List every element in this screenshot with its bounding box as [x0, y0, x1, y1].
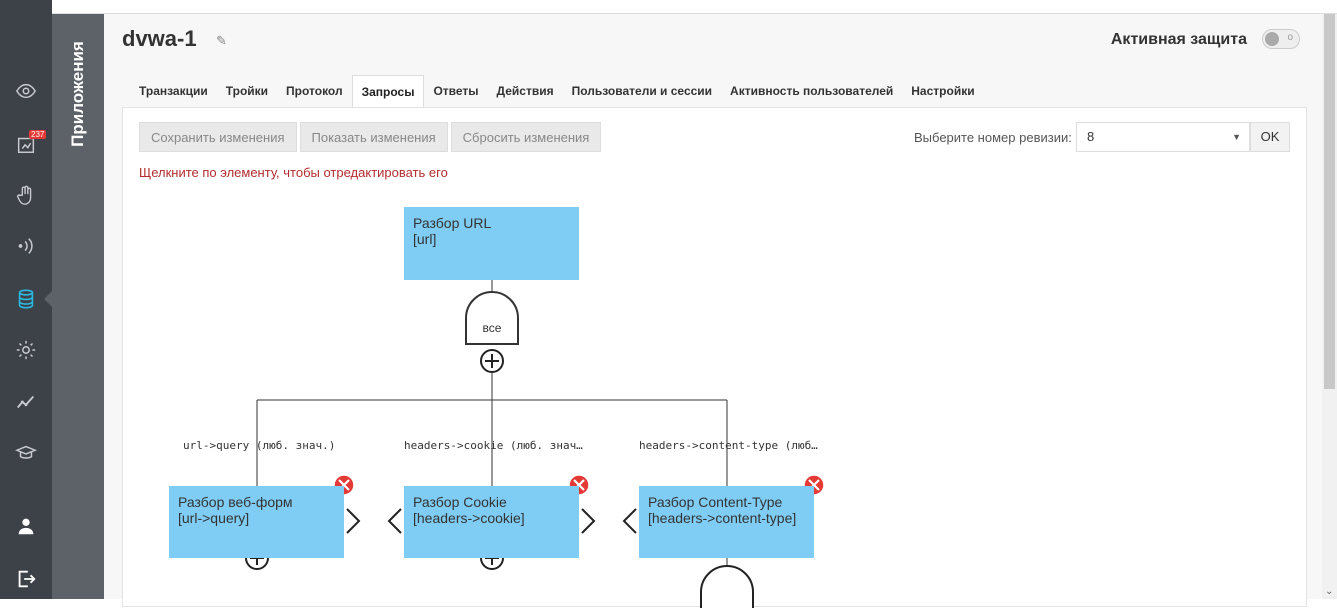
node-cookie-parse[interactable]: Разбор Cookie [headers->cookie]	[404, 486, 579, 558]
active-protection-label: Активная защита	[1110, 31, 1247, 48]
move-right-icon[interactable]	[346, 508, 361, 534]
graduation-icon[interactable]	[13, 440, 39, 466]
gear-icon[interactable]	[13, 337, 39, 363]
move-left-icon[interactable]	[387, 508, 402, 534]
user-icon[interactable]	[13, 513, 39, 539]
tab-responses[interactable]: Ответы	[424, 75, 487, 108]
page-title: dvwa-1	[122, 26, 197, 51]
tab-bar: Транзакции Тройки Протокол Запросы Ответ…	[130, 75, 984, 108]
toggle-knob	[1265, 32, 1279, 46]
scrollbar-thumb[interactable]	[1324, 14, 1335, 389]
active-protection-toggle[interactable]: o	[1262, 29, 1300, 49]
scroll-down-icon[interactable]: ⌄	[1325, 586, 1333, 597]
node-title: Разбор веб-форм	[178, 494, 293, 510]
tab-requests[interactable]: Запросы	[351, 75, 425, 108]
main-area: dvwa-1 ✎ Активная защита o Транзакции Тр…	[104, 14, 1322, 608]
tab-user-activity[interactable]: Активность пользователей	[721, 75, 902, 108]
edge-label: headers->content-type (люб…	[639, 439, 818, 452]
node-subtitle: [headers->content-type]	[648, 510, 797, 526]
tab-triples[interactable]: Тройки	[217, 75, 277, 108]
tab-actions[interactable]: Действия	[488, 75, 563, 108]
edge-label: headers->cookie (люб. знач…	[404, 439, 583, 452]
tab-users-sessions[interactable]: Пользователи и сессии	[563, 75, 721, 108]
and-gate[interactable]	[465, 291, 519, 345]
tab-settings[interactable]: Настройки	[902, 75, 983, 108]
chart-line-icon[interactable]	[13, 389, 39, 415]
top-strip	[52, 0, 1337, 14]
node-subtitle: [url->query]	[178, 510, 250, 526]
node-title: Разбор Cookie	[413, 494, 507, 510]
eye-icon[interactable]	[13, 78, 39, 104]
node-webform-parse[interactable]: Разбор веб-форм [url->query]	[169, 486, 344, 558]
tab-protocol[interactable]: Протокол	[277, 75, 352, 108]
apps-panel: Приложения	[52, 14, 104, 599]
scrollbar[interactable]: ⌄	[1322, 14, 1337, 599]
node-url-parse[interactable]: Разбор URL [url]	[404, 207, 579, 280]
notification-badge: 237	[29, 130, 47, 139]
icon-rail: 237	[0, 0, 52, 599]
move-left-icon[interactable]	[622, 508, 637, 534]
requests-panel: Сохранить изменения Показать изменения С…	[122, 107, 1307, 608]
edge-label: url->query (люб. знач.)	[183, 439, 336, 452]
hand-icon[interactable]	[13, 182, 39, 208]
active-indicator	[44, 291, 52, 307]
database-icon[interactable]	[13, 286, 39, 312]
toggle-off-icon: o	[1287, 32, 1293, 43]
node-subtitle: [url]	[413, 231, 437, 247]
node-content-type-parse[interactable]: Разбор Content-Type [headers->content-ty…	[639, 486, 814, 558]
and-gate[interactable]	[700, 565, 754, 608]
signal-icon[interactable]	[13, 233, 39, 259]
pencil-icon[interactable]: ✎	[216, 33, 227, 49]
tab-transactions[interactable]: Транзакции	[130, 75, 217, 108]
node-title: Разбор Content-Type	[648, 494, 783, 510]
node-subtitle: [headers->cookie]	[413, 510, 525, 526]
logout-icon[interactable]	[13, 566, 39, 592]
apps-panel-title[interactable]: Приложения	[68, 41, 88, 147]
move-right-icon[interactable]	[581, 508, 596, 534]
node-title: Разбор URL	[413, 215, 492, 231]
gate-label: все	[482, 321, 502, 335]
